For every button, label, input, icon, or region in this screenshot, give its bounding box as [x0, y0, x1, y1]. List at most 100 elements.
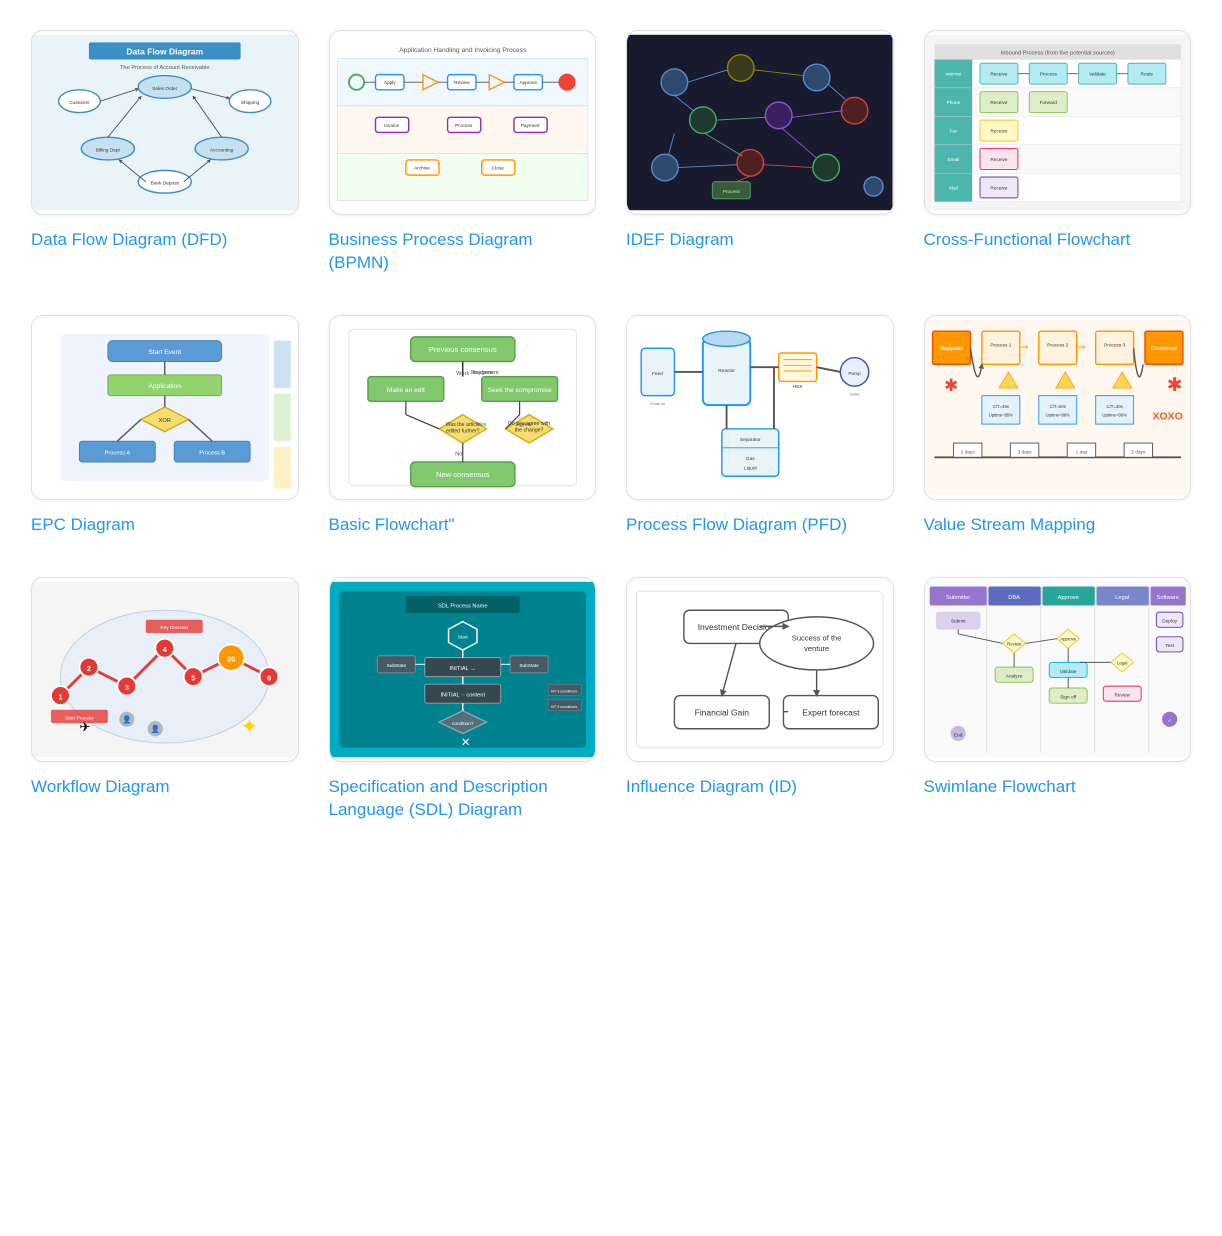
svg-text:Route: Route [1140, 72, 1153, 78]
svg-text:Receive: Receive [990, 185, 1007, 191]
svg-text:Legal: Legal [1115, 595, 1129, 601]
card-idef[interactable]: Process IDEF Diagram [626, 30, 894, 275]
svg-text:SubState: SubState [519, 663, 539, 669]
svg-text:✓: ✓ [1167, 718, 1171, 724]
svg-text:2 days: 2 days [960, 449, 975, 455]
label-pfd: Process Flow Diagram (PFD) [626, 514, 894, 537]
svg-text:Expert forecast: Expert forecast [802, 707, 860, 717]
svg-text:Submit: Submit [950, 618, 965, 624]
svg-text:Billing Dept: Billing Dept [96, 147, 121, 153]
svg-text:Process: Process [1039, 72, 1057, 78]
svg-text:Inbound Process (from five pot: Inbound Process (from five potential sou… [1000, 51, 1114, 57]
thumbnail-workflow: 1 2 3 4 5 20 6 Start Process Key Decisio… [31, 577, 299, 762]
svg-text:No: No [455, 451, 462, 457]
thumbnail-influence: Investment Decision Success of the ventu… [626, 577, 894, 762]
thumbnail-swimlane: Submitter DBA Approve Legal Software Sub… [924, 577, 1192, 762]
card-swimlane[interactable]: Submitter DBA Approve Legal Software Sub… [924, 577, 1192, 822]
card-dfd[interactable]: Data Flow Diagram The Process of Account… [31, 30, 299, 275]
svg-text:Customer: Customer [69, 100, 90, 106]
svg-text:Success of the: Success of the [792, 633, 842, 642]
label-idef: IDEF Diagram [626, 229, 894, 252]
svg-text:Approve: Approve [1057, 595, 1078, 601]
svg-text:Validate: Validate [1089, 72, 1106, 78]
label-epc: EPC Diagram [31, 514, 299, 537]
svg-text:✦: ✦ [241, 715, 258, 738]
svg-text:Separator: Separator [740, 437, 761, 443]
svg-text:Review: Review [1007, 641, 1022, 646]
svg-text:INITIAL →: INITIAL → [449, 666, 475, 672]
svg-text:✕: ✕ [460, 737, 470, 749]
label-swimlane: Swimlane Flowchart [924, 776, 1192, 799]
thumbnail-idef: Process [626, 30, 894, 215]
svg-text:C/T=60s: C/T=60s [1049, 404, 1065, 409]
svg-text:6: 6 [267, 673, 271, 682]
card-pfd[interactable]: Feed Reactor HEX Pump Separator Gas [626, 315, 894, 537]
label-workflow: Workflow Diagram [31, 776, 299, 799]
card-cross[interactable]: Inbound Process (from five potential sou… [924, 30, 1192, 275]
svg-text:Deploy: Deploy [1162, 618, 1177, 624]
svg-text:NT 3 conditions: NT 3 conditions [551, 705, 577, 709]
svg-text:Process: Process [723, 189, 741, 195]
svg-text:Crude oil: Crude oil [650, 402, 665, 406]
svg-text:Customer: Customer [1150, 346, 1177, 352]
card-influence[interactable]: Investment Decision Success of the ventu… [626, 577, 894, 822]
thumbnail-basic: Previous consensus Make an edit Seek the… [329, 315, 597, 500]
svg-text:Accounting: Accounting [210, 147, 234, 153]
svg-text:Receive: Receive [990, 72, 1007, 78]
svg-text:End: End [953, 732, 962, 738]
svg-text:Email: Email [947, 157, 959, 163]
svg-text:NT 3 conditions: NT 3 conditions [551, 690, 577, 694]
svg-text:Invoice: Invoice [384, 123, 399, 129]
svg-text:SDL Process Name: SDL Process Name [437, 603, 487, 609]
svg-text:Software: Software [1156, 595, 1178, 601]
svg-text:Mail: Mail [949, 185, 958, 191]
svg-text:Process B: Process B [199, 450, 225, 456]
svg-text:Application Handling and Invoi: Application Handling and Invoicing Proce… [399, 47, 527, 54]
svg-text:XOXO: XOXO [1152, 411, 1182, 422]
card-basic[interactable]: Previous consensus Make an edit Seek the… [329, 315, 597, 537]
svg-text:Validate: Validate [1059, 669, 1076, 675]
svg-text:Previous consensus: Previous consensus [428, 345, 496, 354]
svg-text:Process: Process [455, 123, 473, 129]
svg-text:⇒: ⇒ [1077, 342, 1085, 353]
svg-text:Approve: Approve [519, 80, 537, 86]
svg-text:👤: 👤 [151, 724, 160, 733]
svg-text:Financial Gain: Financial Gain [695, 707, 750, 717]
diagram-grid: Data Flow Diagram The Process of Account… [31, 30, 1191, 822]
svg-text:Process 1: Process 1 [990, 342, 1011, 348]
svg-text:Test: Test [1165, 643, 1174, 649]
svg-text:Internet: Internet [945, 72, 962, 78]
svg-text:Process A: Process A [105, 450, 131, 456]
svg-text:5: 5 [191, 673, 195, 682]
thumbnail-cross: Inbound Process (from five potential sou… [924, 30, 1192, 215]
svg-text:Phone: Phone [946, 100, 960, 106]
svg-text:2: 2 [87, 664, 91, 673]
card-workflow[interactable]: 1 2 3 4 5 20 6 Start Process Key Decisio… [31, 577, 299, 822]
svg-text:✈: ✈ [79, 719, 90, 734]
svg-text:1 day: 1 day [1075, 449, 1087, 455]
svg-text:Review: Review [454, 80, 470, 86]
svg-text:Approve: Approve [1060, 636, 1076, 641]
svg-text:Key Decision: Key Decision [160, 625, 188, 631]
svg-text:Pump: Pump [848, 371, 861, 377]
svg-text:Seek the compromise: Seek the compromise [487, 387, 551, 394]
card-epc[interactable]: Start Event Application XOR Process A Pr… [31, 315, 299, 537]
label-dfd: Data Flow Diagram (DFD) [31, 229, 299, 252]
svg-text:Reactor: Reactor [718, 368, 735, 374]
svg-text:Start: Start [457, 634, 468, 640]
card-bpmn[interactable]: Application Handling and Invoicing Proce… [329, 30, 597, 275]
thumbnail-vsm: Supplier Customer Process 1 Process 2 Pr… [924, 315, 1192, 500]
svg-text:INITIAL ·· content: INITIAL ·· content [440, 692, 485, 698]
svg-text:edited further?: edited further? [445, 429, 479, 435]
thumbnail-bpmn: Application Handling and Invoicing Proce… [329, 30, 597, 215]
svg-text:Process 2: Process 2 [1047, 342, 1068, 348]
svg-text:Uptime=88%: Uptime=88% [1045, 412, 1070, 417]
svg-text:New consensus: New consensus [436, 470, 490, 479]
svg-text:Investment Decision: Investment Decision [698, 622, 775, 632]
svg-text:Make an edit: Make an edit [386, 387, 424, 394]
label-cross: Cross-Functional Flowchart [924, 229, 1192, 252]
svg-text:the change?: the change? [514, 428, 543, 434]
card-vsm[interactable]: Supplier Customer Process 1 Process 2 Pr… [924, 315, 1192, 537]
card-sdl[interactable]: SDL Process Name Start INITIAL → INITIAL… [329, 577, 597, 822]
svg-text:Feed: Feed [652, 371, 663, 377]
